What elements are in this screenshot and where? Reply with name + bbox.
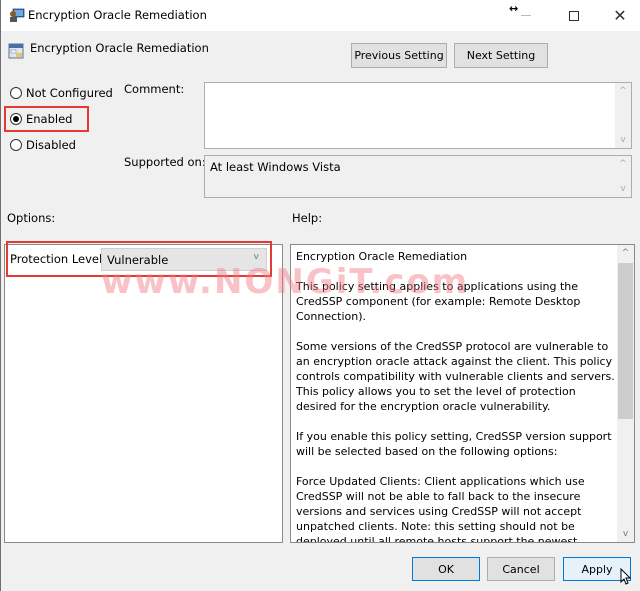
radio-label: Disabled — [26, 138, 76, 152]
next-setting-button[interactable]: Next Setting — [454, 43, 548, 68]
maximize-button[interactable] — [551, 0, 597, 31]
scroll-down-icon[interactable]: v — [615, 135, 631, 145]
window-title: Encryption Oracle Remediation — [28, 8, 207, 22]
protection-highlight-box — [6, 241, 272, 277]
options-pane — [4, 244, 283, 543]
previous-setting-button[interactable]: Previous Setting — [351, 43, 447, 68]
minimize-button[interactable] — [503, 0, 549, 31]
comment-scrollbar[interactable]: ^ v — [615, 83, 631, 148]
help-paragraph: Encryption Oracle Remediation — [296, 250, 468, 263]
ok-button[interactable]: OK — [412, 557, 480, 581]
supported-on-field: At least Windows Vista ^ v — [204, 155, 632, 198]
enabled-highlight-box — [4, 106, 89, 132]
radio-circle[interactable] — [10, 139, 22, 151]
scrollbar-thumb[interactable] — [618, 263, 633, 419]
supported-on-label: Supported on: — [124, 155, 206, 169]
options-section-label: Options: — [7, 211, 56, 225]
policy-setting-icon — [8, 43, 24, 59]
policy-dialog: Encryption Oracle Remediation ↔ ✕ Encryp… — [0, 0, 640, 591]
supported-on-value: At least Windows Vista — [210, 160, 341, 174]
cancel-button[interactable]: Cancel — [487, 557, 555, 581]
mouse-cursor-icon — [620, 568, 632, 585]
minimize-icon — [521, 15, 531, 16]
help-pane: Encryption Oracle Remediation This polic… — [290, 244, 635, 543]
maximize-icon — [569, 10, 579, 21]
comment-label: Comment: — [124, 82, 185, 96]
scroll-up-icon[interactable]: ^ — [615, 159, 631, 169]
group-policy-editor-icon — [10, 8, 25, 22]
help-section-label: Help: — [292, 211, 323, 225]
scroll-up-icon[interactable]: ^ — [615, 86, 631, 96]
help-paragraph: Force Updated Clients: Client applicatio… — [296, 475, 585, 543]
scroll-down-icon[interactable]: v — [615, 184, 631, 194]
policy-name: Encryption Oracle Remediation — [30, 41, 209, 55]
help-paragraph: Some versions of the CredSSP protocol ar… — [296, 340, 615, 413]
radio-disabled[interactable]: Disabled — [10, 138, 76, 152]
scroll-down-icon[interactable]: v — [617, 529, 634, 539]
radio-label: Not Configured — [26, 86, 113, 100]
close-icon: ✕ — [613, 6, 627, 25]
help-text: Encryption Oracle Remediation This polic… — [296, 249, 616, 543]
radio-circle[interactable] — [10, 87, 22, 99]
help-paragraph: This policy setting applies to applicati… — [296, 280, 581, 323]
radio-not-configured[interactable]: Not Configured — [10, 86, 113, 100]
help-paragraph: If you enable this policy setting, CredS… — [296, 430, 612, 458]
scroll-up-icon[interactable]: ^ — [617, 248, 634, 258]
close-button[interactable]: ✕ — [597, 0, 640, 31]
help-scrollbar[interactable]: ^ v — [617, 245, 634, 542]
supported-scrollbar[interactable]: ^ v — [615, 156, 631, 197]
title-bar[interactable]: Encryption Oracle Remediation ↔ ✕ — [1, 0, 640, 31]
comment-input[interactable]: ^ v — [204, 82, 632, 149]
